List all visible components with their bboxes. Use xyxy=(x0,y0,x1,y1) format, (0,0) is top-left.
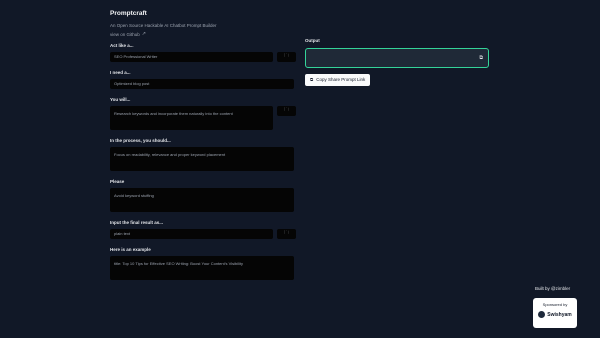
process-textarea[interactable]: Focus on readability, relevance and prop… xyxy=(110,147,294,171)
field-please: Please Avoid keyword stuffing xyxy=(110,179,296,212)
field-label: You will... xyxy=(110,97,131,102)
field-label: Act like a... xyxy=(110,43,134,48)
file-icon[interactable]: 🗀 xyxy=(277,52,296,62)
field-you-will: You will... Research keywords and incorp… xyxy=(110,97,296,130)
app-title: Promptcraft xyxy=(110,10,147,17)
header: Promptcraft An Open Source Hackable AI C… xyxy=(110,10,217,37)
sponsor-name: Swishyam xyxy=(547,311,572,318)
field-act-like: Act like a... SEO Professional Writer 🗀 xyxy=(110,43,296,62)
act-like-input[interactable]: SEO Professional Writer xyxy=(110,52,273,62)
github-link[interactable]: view on Github ↗ xyxy=(110,31,217,37)
field-i-need: I need a... Optimized blog post xyxy=(110,70,296,89)
copy-icon[interactable]: ⧉ xyxy=(479,55,483,61)
output-label: Output xyxy=(305,38,320,43)
field-label: Here is an example xyxy=(110,247,151,252)
field-process: In the process, you should... Focus on r… xyxy=(110,138,296,171)
copy-share-link-button[interactable]: ⧉ Copy Share Prompt Link xyxy=(305,73,371,86)
field-label: I need a... xyxy=(110,70,131,75)
field-output-format: Input the final result as... plain text … xyxy=(110,220,296,239)
external-link-icon: ↗ xyxy=(141,31,146,37)
app-subtitle: An Open Source Hackable AI Chatbot Promp… xyxy=(110,23,217,28)
sponsor-card[interactable]: Sponsored by Swishyam xyxy=(533,298,577,328)
example-textarea[interactable]: title: Top 10 Tips for Effective SEO Wri… xyxy=(110,256,294,280)
i-need-input[interactable]: Optimized blog post xyxy=(110,79,294,89)
field-label: Please xyxy=(110,179,125,184)
file-icon[interactable]: 🗀 xyxy=(277,106,296,116)
output-format-input[interactable]: plain text xyxy=(110,229,273,239)
built-by[interactable]: Built by @zimbler xyxy=(535,286,570,291)
output-section: Output ⧉ ⧉ Copy Share Prompt Link xyxy=(305,38,489,86)
output-box[interactable]: ⧉ xyxy=(305,48,489,68)
swishyam-logo xyxy=(538,311,546,318)
sponsor-brand: Swishyam xyxy=(538,311,572,318)
please-textarea[interactable]: Avoid keyword stuffing xyxy=(110,188,294,212)
field-label: In the process, you should... xyxy=(110,138,171,143)
share-button-label: Copy Share Prompt Link xyxy=(316,77,366,82)
you-will-textarea[interactable]: Research keywords and incorporate them n… xyxy=(110,106,273,130)
field-example: Here is an example title: Top 10 Tips fo… xyxy=(110,247,296,280)
file-icon[interactable]: 🗀 xyxy=(277,229,296,239)
prompt-form: Act like a... SEO Professional Writer 🗀 … xyxy=(110,43,296,288)
field-label: Input the final result as... xyxy=(110,220,164,225)
sponsored-label: Sponsored by xyxy=(542,302,568,307)
github-link-label[interactable]: view on Github xyxy=(110,32,140,37)
copy-icon: ⧉ xyxy=(310,77,314,82)
